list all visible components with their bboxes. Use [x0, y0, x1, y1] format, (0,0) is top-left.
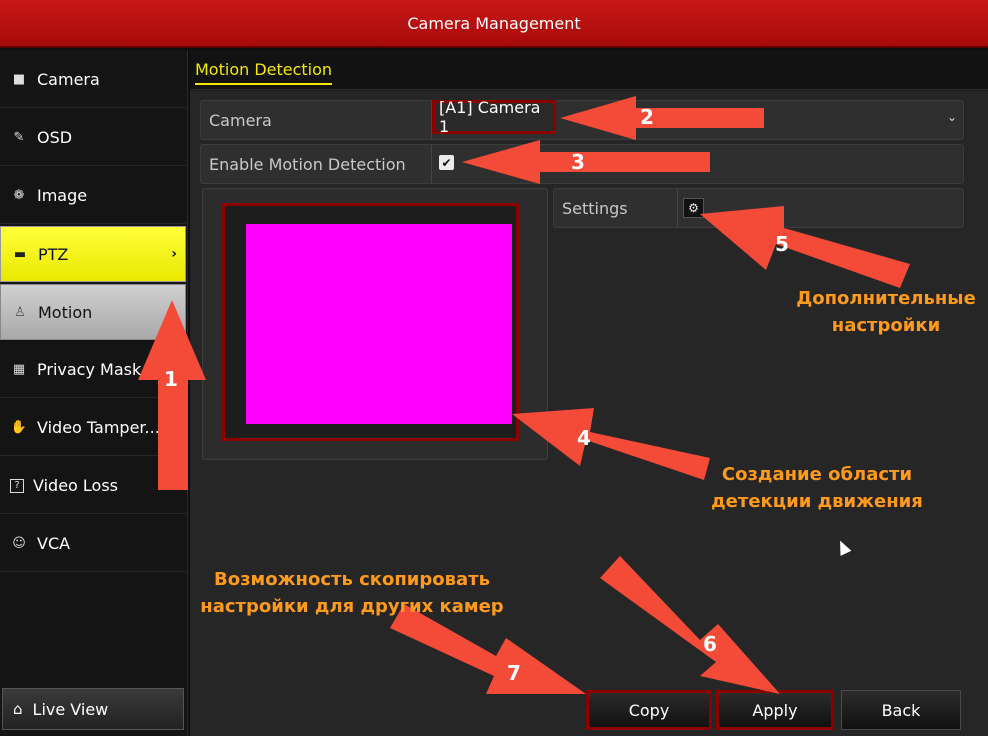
motion-detection-region[interactable]: [246, 224, 512, 424]
annotation-text: детекции движения: [711, 491, 923, 512]
image-icon: ❁: [13, 188, 25, 203]
annotation-text: Дополнительные: [796, 288, 976, 309]
annotation-text: Создание области: [721, 464, 913, 485]
sidebar-item-vca[interactable]: ☺ VCA: [0, 516, 186, 572]
sidebar-item-ptz[interactable]: ▬ PTZ ›: [0, 226, 186, 282]
live-view-button[interactable]: ⌂ Live View: [2, 688, 184, 730]
back-button[interactable]: Back: [841, 690, 961, 730]
divider: [431, 145, 432, 183]
pen-icon: ✎: [13, 130, 25, 145]
enable-motion-label: Enable Motion Detection: [209, 154, 406, 174]
question-icon: ?: [10, 478, 24, 493]
motion-icon: ♙: [14, 304, 26, 320]
annotation-number-4: 4: [577, 426, 591, 450]
sidebar-item-camera[interactable]: ■ Camera: [0, 52, 186, 108]
camera-row: Camera ⌄: [200, 100, 964, 140]
sidebar-item-label: Video Tamper...: [37, 418, 160, 437]
sidebar-item-privacy-mask[interactable]: ▦ Privacy Mask: [0, 342, 186, 398]
annotation-text: настройки: [831, 315, 941, 336]
annotation-number-6: 6: [703, 632, 717, 656]
window-title: Camera Management: [0, 0, 988, 48]
chevron-right-icon: ›: [171, 246, 177, 262]
sidebar: ■ Camera ✎ OSD ❁ Image ▬ PTZ › ♙ Motion …: [0, 50, 188, 736]
hand-icon: ✋: [10, 420, 28, 435]
annotation-text: Возможность скопировать: [214, 569, 490, 590]
mask-icon: ▦: [12, 362, 26, 377]
tab-motion-detection[interactable]: Motion Detection: [195, 60, 333, 85]
chevron-down-icon[interactable]: ⌄: [947, 110, 957, 124]
sidebar-item-label: Privacy Mask: [37, 360, 142, 379]
settings-label: Settings: [562, 198, 628, 218]
camera-select[interactable]: [A1] Camera 1: [432, 98, 556, 136]
sidebar-item-label: Image: [37, 186, 88, 205]
vca-icon: ☺: [12, 536, 26, 551]
home-icon: ⌂: [13, 700, 23, 718]
sidebar-item-video-loss[interactable]: ? Video Loss: [0, 458, 186, 514]
sidebar-item-osd[interactable]: ✎ OSD: [0, 110, 186, 166]
sidebar-item-motion[interactable]: ♙ Motion ›: [0, 284, 186, 340]
annotation-number-1: 1: [164, 367, 178, 391]
chevron-right-icon: ›: [171, 304, 177, 320]
apply-button[interactable]: Apply: [716, 690, 834, 730]
tab-bar: Motion Detection: [190, 50, 988, 90]
sidebar-item-label: OSD: [37, 128, 73, 147]
camera-management-window: Camera Management ■ Camera ✎ OSD ❁ Image…: [0, 0, 988, 736]
sidebar-item-label: Motion: [38, 302, 93, 322]
annotation-number-2: 2: [640, 105, 654, 129]
sidebar-item-image[interactable]: ❁ Image: [0, 168, 186, 224]
divider: [677, 189, 678, 227]
sidebar-item-label: Video Loss: [33, 476, 119, 495]
live-view-label: Live View: [32, 699, 109, 719]
sidebar-item-video-tamper[interactable]: ✋ Video Tamper...: [0, 400, 186, 456]
camera-icon: ■: [12, 72, 26, 87]
sidebar-item-label: VCA: [37, 534, 71, 553]
copy-button[interactable]: Copy: [586, 690, 712, 730]
annotation-copy: Возможность скопировать настройки для др…: [196, 566, 508, 620]
sidebar-item-label: PTZ: [38, 244, 69, 264]
annotation-number-5: 5: [775, 232, 789, 256]
gear-icon: ⚙: [688, 201, 699, 215]
enable-motion-checkbox[interactable]: ✔: [439, 155, 454, 170]
ptz-icon: ▬: [13, 246, 27, 262]
settings-gear-button[interactable]: ⚙: [683, 198, 704, 218]
sidebar-item-label: Camera: [37, 70, 100, 89]
annotation-text: настройки для других камер: [200, 596, 504, 617]
camera-label: Camera: [209, 110, 272, 130]
annotation-motion-area: Создание области детекции движения: [705, 461, 929, 515]
annotation-extra-settings: Дополнительные настройки: [790, 285, 982, 339]
annotation-number-7: 7: [507, 661, 521, 685]
annotation-number-3: 3: [571, 150, 585, 174]
settings-row: Settings: [553, 188, 964, 228]
